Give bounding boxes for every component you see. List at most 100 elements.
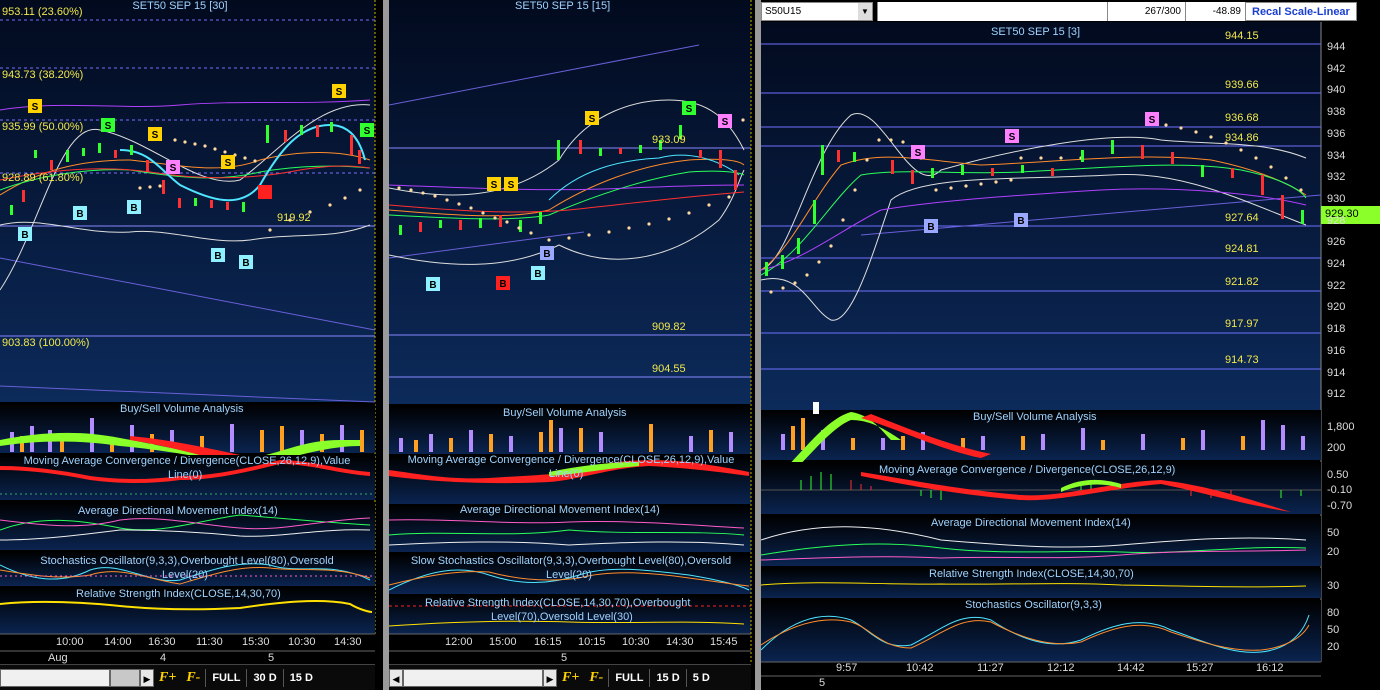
y-tick: 914: [1327, 366, 1346, 379]
adx-tick: 20: [1327, 546, 1340, 558]
svg-text:S: S: [32, 102, 39, 113]
middle-chart-svg[interactable]: S S S S S B B B B: [389, 0, 755, 690]
y-tick: 944: [1327, 41, 1346, 53]
change-display: -48.89: [1185, 1, 1245, 21]
fib-label-5: 903.83 (100.00%): [2, 337, 90, 349]
indicator-label-rsi: Relative Strength Index(CLOSE,14,30,70): [929, 568, 1134, 580]
time-label: 10:15: [578, 636, 606, 648]
svg-text:S: S: [915, 148, 922, 159]
date-label: 4: [160, 652, 167, 664]
y-tick: 938: [1327, 106, 1346, 119]
price-level: 917.97: [1225, 318, 1259, 330]
full-button[interactable]: FULL: [205, 668, 246, 687]
zoom-out-icon[interactable]: F-: [181, 670, 205, 686]
indicator-label-volume: Buy/Sell Volume Analysis: [973, 411, 1097, 423]
svg-text:S: S: [152, 130, 159, 141]
svg-text:B: B: [499, 279, 506, 290]
indicator-label-adx: Average Directional Movement Index(14): [460, 504, 660, 516]
full-button[interactable]: FULL: [608, 668, 649, 687]
time-label: 10:00: [56, 636, 84, 648]
indicator-label-volume: Buy/Sell Volume Analysis: [120, 403, 244, 415]
zoom-in-icon[interactable]: F+: [154, 670, 181, 686]
horizontal-scrollbar[interactable]: [403, 668, 543, 687]
zoom-out-icon[interactable]: F-: [584, 670, 608, 686]
blank-field: [877, 1, 1107, 21]
y-tick: 940: [1327, 84, 1346, 97]
time-label: 16:15: [534, 636, 562, 648]
left-chart-panel[interactable]: S S S S S S S B B B B B SET50 SEP 15 [30…: [0, 0, 383, 690]
svg-text:S: S: [1149, 115, 1156, 126]
horizontal-scrollbar[interactable]: [0, 668, 110, 687]
indicator-label-stoch-2: Level(20): [546, 569, 592, 581]
middle-chart-panel[interactable]: S S S S S B B B B SET50 SEP 15 [15] 933.…: [389, 0, 755, 690]
5d-button[interactable]: 5 D: [685, 668, 716, 687]
svg-text:S: S: [225, 158, 232, 169]
svg-text:B: B: [21, 230, 28, 241]
adx-tick: 50: [1327, 527, 1340, 539]
y-tick: 912: [1327, 388, 1346, 401]
scroll-left-arrow[interactable]: ◀: [389, 668, 403, 687]
rsi-tick: 30: [1327, 580, 1340, 592]
middle-toolbar: ◀ ▶ F+ F- FULL 15 D 5 D: [389, 664, 751, 690]
fib-label-2: 943.73 (38.20%): [2, 69, 84, 81]
left-chart-title: SET50 SEP 15 [30]: [132, 0, 228, 12]
indicator-label-adx: Average Directional Movement Index(14): [931, 517, 1131, 529]
chevron-down-icon[interactable]: ▼: [858, 2, 872, 20]
right-chart-panel[interactable]: S S S B B S50U15 ▼ 267/300 -48.89 Recal …: [761, 0, 1380, 690]
time-label: 14:00: [104, 636, 132, 648]
macd-tick: 0.50: [1327, 469, 1349, 481]
price-level: 914.73: [1225, 354, 1259, 366]
time-label: 9:57: [836, 662, 858, 674]
svg-text:B: B: [927, 222, 934, 233]
svg-text:S: S: [722, 117, 729, 128]
y-tick: 916: [1327, 344, 1346, 357]
price-level: 924.81: [1225, 243, 1259, 255]
time-label: 10:42: [906, 662, 934, 674]
indicator-label-stoch: Stochastics Oscillator(9,3,3),Overbought…: [40, 555, 334, 567]
y-tick: 920: [1327, 301, 1346, 314]
indicator-label-rsi: Relative Strength Index(CLOSE,14,30,70),…: [425, 597, 691, 609]
indicator-label-stoch: Stochastics Oscillator(9,3,3): [965, 599, 1102, 611]
indicator-label-volume: Buy/Sell Volume Analysis: [503, 407, 627, 419]
time-label: 10:30: [288, 636, 316, 648]
svg-text:S: S: [170, 163, 177, 174]
time-label: 16:12: [1256, 662, 1284, 674]
fib-label-1: 953.11 (23.60%): [2, 6, 83, 18]
svg-text:B: B: [214, 251, 221, 262]
30d-button[interactable]: 30 D: [246, 668, 282, 687]
indicator-label-rsi-2: Level(70),Oversold Level(30): [491, 611, 633, 623]
stoch-tick: 80: [1327, 607, 1340, 619]
scroll-right-arrow[interactable]: ▶: [543, 668, 557, 687]
svg-text:S: S: [336, 87, 343, 98]
date-label: Aug: [48, 652, 68, 664]
indicator-label-stoch-2: Level(20): [162, 569, 208, 581]
zoom-in-icon[interactable]: F+: [557, 670, 584, 686]
counter-display: 267/300: [1107, 1, 1185, 21]
recal-scale-button[interactable]: Recal Scale-Linear: [1245, 1, 1357, 21]
15d-button[interactable]: 15 D: [282, 668, 319, 687]
time-label: 15:00: [489, 636, 517, 648]
time-label: 14:30: [666, 636, 694, 648]
date-label: 5: [819, 677, 826, 689]
time-label: 12:00: [445, 636, 473, 648]
svg-text:B: B: [242, 258, 249, 269]
time-label: 16:30: [148, 636, 176, 648]
macd-tick: -0.10: [1327, 484, 1353, 496]
price-level: 944.15: [1225, 30, 1259, 42]
y-tick: 918: [1327, 323, 1346, 336]
symbol-select[interactable]: S50U15 ▼: [761, 1, 873, 21]
svg-text:S: S: [364, 126, 371, 137]
date-label: 5: [268, 652, 275, 664]
y-tick: 934: [1327, 149, 1346, 162]
scroll-thumb[interactable]: [110, 668, 140, 687]
svg-text:B: B: [429, 280, 436, 291]
15d-button[interactable]: 15 D: [649, 668, 685, 687]
y-tick: 922: [1327, 279, 1346, 292]
time-label: 11:27: [977, 662, 1004, 674]
right-chart-svg[interactable]: S S S B B: [761, 0, 1380, 690]
svg-text:B: B: [543, 249, 550, 260]
right-chart-title: SET50 SEP 15 [3]: [991, 26, 1081, 38]
price-label: 909.82: [652, 321, 686, 333]
y-tick: 930: [1327, 192, 1346, 205]
scroll-right-arrow[interactable]: ▶: [140, 668, 154, 687]
